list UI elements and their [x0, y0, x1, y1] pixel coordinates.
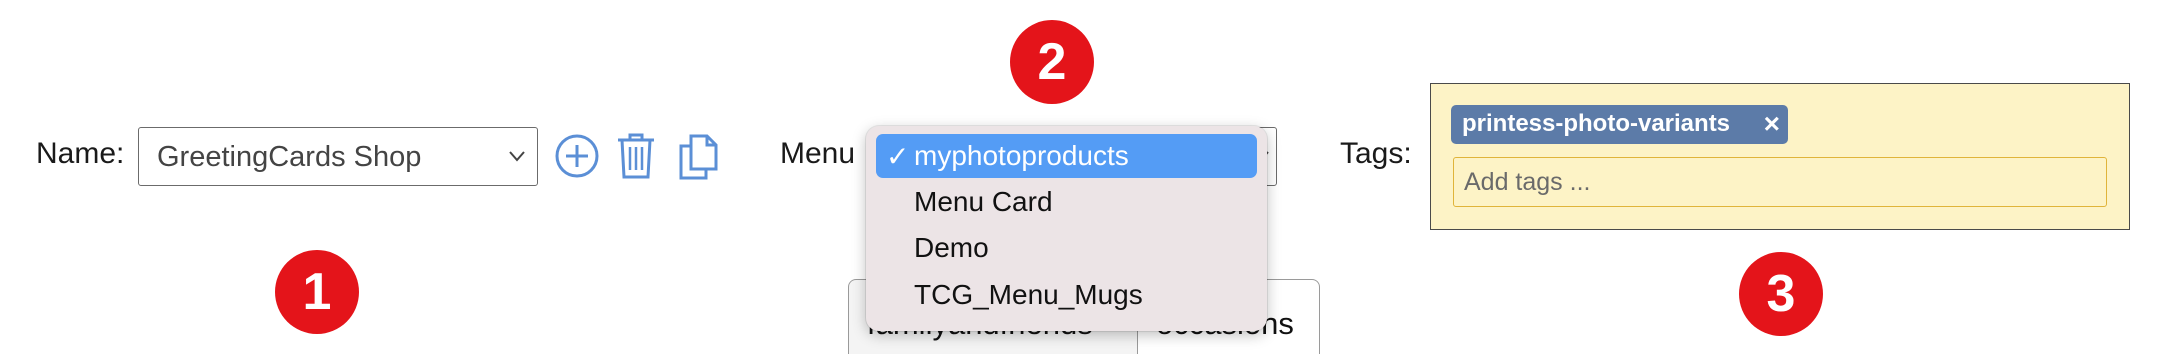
tags-label: Tags:: [1340, 137, 1412, 170]
menu-option-menu-card[interactable]: Menu Card: [876, 180, 1257, 224]
step-badge-1: 1: [275, 250, 359, 334]
checkmark-icon: ✓: [886, 141, 910, 172]
menu-option-demo[interactable]: Demo: [876, 226, 1257, 270]
menu-option-label: Demo: [914, 232, 989, 263]
name-label: Name:: [36, 137, 125, 170]
menu-option-label: Menu Card: [914, 186, 1053, 217]
chevron-down-icon: [509, 150, 525, 162]
name-select[interactable]: GreetingCards Shop: [138, 127, 538, 186]
tags-panel: printess-photo-variants ×: [1430, 83, 2130, 230]
tag-chip-label: printess-photo-variants: [1462, 110, 1731, 137]
menu-option-label: TCG_Menu_Mugs: [914, 279, 1143, 310]
add-icon[interactable]: [554, 133, 600, 179]
menu-option-myphotoproducts[interactable]: ✓ myphotoproducts: [876, 134, 1257, 178]
add-tags-input[interactable]: [1453, 157, 2107, 207]
step-badge-2: 2: [1010, 20, 1094, 104]
name-select-value: GreetingCards Shop: [157, 141, 422, 173]
menu-label: Menu: [780, 137, 856, 170]
menu-dropdown-list: ✓ myphotoproducts Menu Card Demo TCG_Men…: [866, 126, 1267, 331]
trash-icon[interactable]: [616, 132, 656, 180]
remove-tag-icon[interactable]: ×: [1764, 108, 1780, 140]
menu-option-label: myphotoproducts: [914, 140, 1129, 171]
step-badge-3: 3: [1739, 252, 1823, 336]
copy-icon[interactable]: [677, 133, 719, 181]
menu-option-tcg-menu-mugs[interactable]: TCG_Menu_Mugs: [876, 273, 1257, 317]
tag-chip: printess-photo-variants ×: [1451, 105, 1788, 144]
